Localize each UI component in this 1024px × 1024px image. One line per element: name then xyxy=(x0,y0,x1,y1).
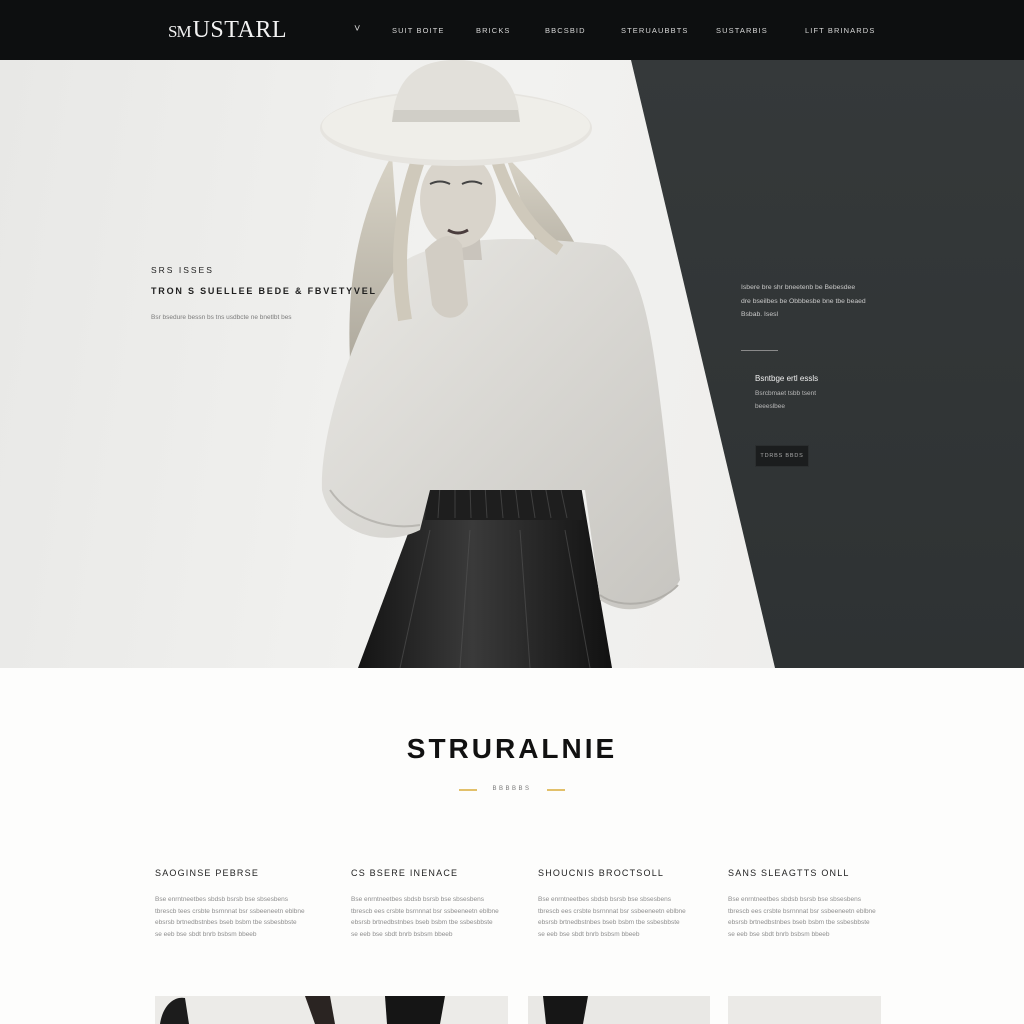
brand-logo[interactable]: SMUSTARL xyxy=(168,17,287,44)
feature-title: SHOUCNIS BROCTSOLL xyxy=(538,868,665,878)
feature-body: Bse enrntneetbes sbdsb bsrsb bse sbsesbe… xyxy=(538,896,686,938)
chevron-down-icon[interactable]: ˅ xyxy=(354,23,360,35)
hero-model-image xyxy=(320,60,680,668)
product-thumbnail-1[interactable] xyxy=(155,996,508,1024)
feature-card-1: SAOGINSE PEBRSE Bse enrntneetbes sbdsb b… xyxy=(155,868,305,940)
panel-subtext: Bsrcbmaet tsbb tsent beeeslbee xyxy=(755,390,817,410)
hero-banner: SRS ISSES TRON S SUELLEE BEDE & FBVETYVE… xyxy=(0,60,1024,668)
feature-title: SANS SLEAGTTS ONLL xyxy=(728,868,850,878)
panel-divider xyxy=(741,350,778,351)
logo-wordmark: USTARL xyxy=(192,17,287,43)
nav-item-6[interactable]: LIFT BRINARDS xyxy=(805,26,875,35)
hero-headline: TRON S SUELLEE BEDE & FBVETYVEL xyxy=(151,286,377,296)
nav-item-1[interactable]: SUIT BOITE xyxy=(392,26,445,35)
divider-line-left xyxy=(459,789,477,791)
section-title: STRURALNIE xyxy=(406,733,618,764)
feature-card-4: SANS SLEAGTTS ONLL Bse enrntneetbes sbds… xyxy=(728,868,878,940)
feature-card-3: SHOUCNIS BROCTSOLL Bse enrntneetbes sbds… xyxy=(538,868,688,940)
feature-title: SAOGINSE PEBRSE xyxy=(155,868,260,878)
nav-item-4[interactable]: STERUAUBBTS xyxy=(621,26,689,35)
feature-body: Bse enrntneetbes sbdsb bsrsb bse sbsesbe… xyxy=(351,896,499,938)
panel-cta-button[interactable]: TDRBS BBDS xyxy=(755,445,809,467)
panel-description: Isbere bre shr bneetenb be Bebesdee dre … xyxy=(741,284,866,318)
feature-body: Bse enrntneetbes sbdsb bsrsb bse sbsesbe… xyxy=(728,896,876,938)
feature-body: Bse enrntneetbes sbdsb bsrsb bse sbsesbe… xyxy=(155,896,305,938)
panel-heading: Bsntbge ertl essls xyxy=(755,374,819,383)
nav-item-2[interactable]: BRICKS xyxy=(476,26,511,35)
top-nav: SMUSTARL ˅ SUIT BOITE BRICKS BBCSBID STE… xyxy=(0,0,1024,60)
feature-title: CS BSERE INENACE xyxy=(351,868,459,878)
feature-card-2: CS BSERE INENACE Bse enrntneetbes sbdsb … xyxy=(351,868,501,940)
thumbnail-image xyxy=(543,996,588,1024)
logo-monogram: SM xyxy=(168,22,192,41)
thumbnail-image xyxy=(160,996,445,1024)
hero-subtext: Bsr bsedure bessn bs tns usdbcte ne bnet… xyxy=(151,314,292,321)
divider-line-right xyxy=(547,789,565,791)
divider-text: BBBBBS xyxy=(492,786,532,792)
nav-item-3[interactable]: BBCSBID xyxy=(545,26,586,35)
product-thumbnail-3[interactable] xyxy=(728,996,881,1024)
hero-kicker: SRS ISSES xyxy=(151,265,214,275)
nav-item-5[interactable]: SUSTARBIS xyxy=(716,26,768,35)
product-thumbnail-2[interactable] xyxy=(528,996,710,1024)
